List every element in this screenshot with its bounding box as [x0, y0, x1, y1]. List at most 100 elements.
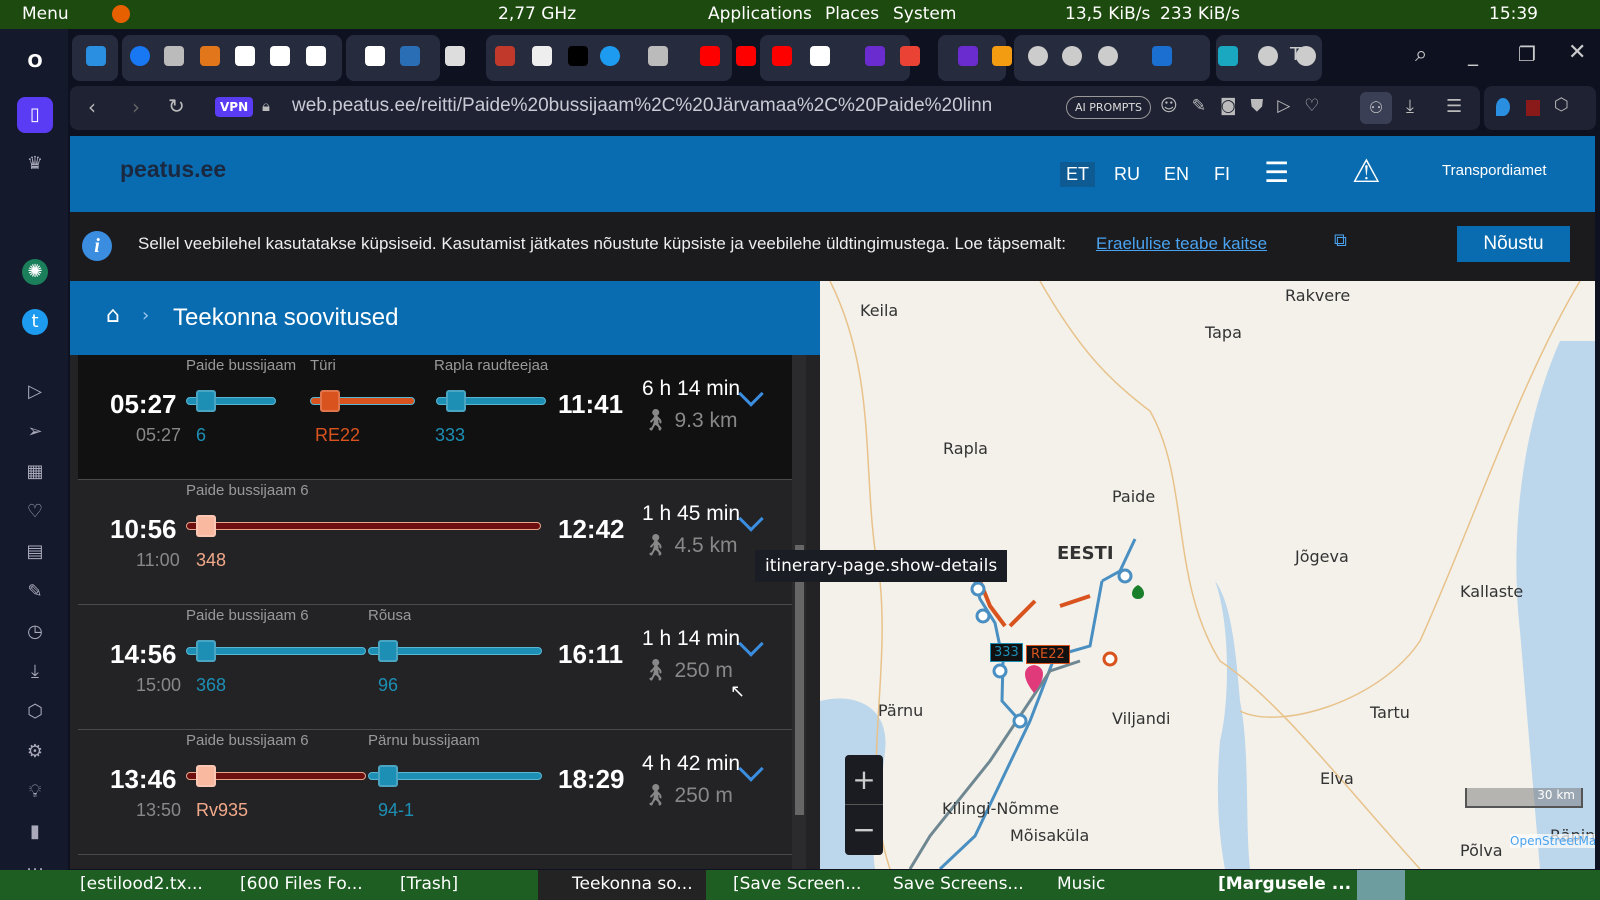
- taskbar-item[interactable]: [600 Files Fo...: [240, 874, 363, 894]
- minimize-button[interactable]: _: [1468, 42, 1478, 66]
- send-icon[interactable]: ➢: [22, 419, 48, 445]
- expand-chevron-icon[interactable]: [738, 631, 764, 657]
- apps-icon[interactable]: ▦: [22, 459, 48, 485]
- taskbar-item[interactable]: [estilood2.tx...: [80, 874, 203, 894]
- lang-en[interactable]: EN: [1158, 162, 1195, 187]
- active-opera-window[interactable]: [1357, 870, 1405, 900]
- opera-red-tab-icon[interactable]: [495, 46, 515, 66]
- taskbar-item[interactable]: Music: [1057, 874, 1105, 894]
- history-icon[interactable]: ◷: [22, 619, 48, 645]
- clock[interactable]: 15:39: [1489, 4, 1538, 24]
- google-tab-icon[interactable]: [365, 46, 385, 66]
- lang-fi[interactable]: FI: [1208, 162, 1236, 187]
- twitter-icon[interactable]: t: [22, 309, 48, 335]
- settings-icon[interactable]: ⚙: [22, 739, 48, 765]
- close-window-button[interactable]: ✕: [1568, 40, 1586, 65]
- lang-et[interactable]: ET: [1060, 162, 1096, 187]
- globe-tab-icon[interactable]: [1028, 46, 1048, 66]
- cloud-tab-icon[interactable]: [1218, 46, 1238, 66]
- vpn-pin-extension-icon[interactable]: [1496, 98, 1510, 116]
- cube-extension-icon[interactable]: ⬡: [1554, 95, 1569, 115]
- taskbar-item[interactable]: Teekonna so...: [572, 874, 693, 894]
- youtube-tab-icon[interactable]: [700, 46, 720, 66]
- twitter-tab-icon[interactable]: [600, 46, 620, 66]
- home-icon[interactable]: ⌂: [106, 303, 120, 328]
- warning-icon[interactable]: ⚠: [1352, 152, 1381, 190]
- scrollbar-thumb[interactable]: [795, 545, 804, 815]
- privacy-link[interactable]: Eraelulise teabe kaitse: [1096, 234, 1267, 254]
- bank-tab-icon[interactable]: [648, 46, 668, 66]
- youtube-tab-icon[interactable]: [772, 46, 792, 66]
- forward-button[interactable]: ›: [132, 95, 140, 119]
- site-logo[interactable]: peatus.ee: [120, 156, 226, 183]
- zoom-out-button[interactable]: −: [845, 805, 883, 855]
- opera-logo-icon[interactable]: O: [22, 49, 48, 75]
- schedule-icon[interactable]: ☰: [1264, 156, 1289, 189]
- taskbar-item[interactable]: [Save Screen...: [733, 874, 861, 894]
- attribution-link[interactable]: OpenStreetMap: [1510, 834, 1595, 848]
- chatgpt-icon[interactable]: ✺: [22, 259, 48, 285]
- lang-ru[interactable]: RU: [1108, 162, 1146, 187]
- transport-authority-link[interactable]: Transpordiamet: [1442, 162, 1547, 179]
- reload-button[interactable]: ↻: [168, 94, 185, 118]
- taskbar-item[interactable]: Save Screens...: [893, 874, 1024, 894]
- places-menu[interactable]: Places: [825, 4, 879, 24]
- back-button[interactable]: ‹: [88, 95, 96, 119]
- rt-tab-icon[interactable]: [400, 46, 420, 66]
- firefox-icon[interactable]: [112, 5, 130, 23]
- google-tab-icon[interactable]: [810, 46, 830, 66]
- restore-button[interactable]: ❐: [1518, 42, 1536, 66]
- bulb-icon[interactable]: 💡︎: [22, 779, 48, 805]
- address-bar-actions[interactable]: ☺✎◙⛊▷♡: [1160, 96, 1334, 116]
- google-tab-icon[interactable]: [306, 46, 326, 66]
- url-field[interactable]: web.peatus.ee/reitti/Paide%20bussijaam%2…: [292, 95, 1037, 117]
- applications-menu[interactable]: Applications: [708, 4, 812, 24]
- reader-icon[interactable]: ▯: [17, 97, 53, 133]
- taskbar-item[interactable]: [Margusele ...: [1218, 874, 1351, 894]
- itinerary-row[interactable]: 05:27 05:27 11:41 6 h 14 min 🚶︎ 9.3 km Paide …: [78, 355, 792, 480]
- search-tabs-icon[interactable]: ⌕: [1415, 42, 1427, 67]
- globe-tab-icon[interactable]: [1062, 46, 1082, 66]
- facebook-tab-icon[interactable]: [130, 46, 150, 66]
- mail-purple-tab-icon[interactable]: [958, 46, 978, 66]
- menu-button[interactable]: Menu: [22, 4, 69, 24]
- expand-chevron-icon[interactable]: [738, 506, 764, 532]
- itinerary-row[interactable]: 13:46 13:50 18:29 4 h 42 min 🚶︎ 250 m Paide b…: [78, 730, 792, 855]
- emi-tab-icon[interactable]: [445, 46, 465, 66]
- gmail-tab-icon[interactable]: [900, 46, 920, 66]
- google-tab-icon[interactable]: [235, 46, 255, 66]
- download-icon[interactable]: ⤓: [22, 659, 48, 685]
- wikipedia-tab-icon[interactable]: [532, 46, 552, 66]
- profile-icon[interactable]: ⚇: [1360, 92, 1392, 124]
- lock-icon[interactable]: 🔒︎: [262, 97, 270, 115]
- vpn-badge[interactable]: VPN: [215, 97, 254, 117]
- orange-app-tab-icon[interactable]: [992, 46, 1012, 66]
- scrollbar[interactable]: [792, 355, 806, 869]
- google-tab-icon[interactable]: [270, 46, 290, 66]
- player-icon[interactable]: ▷: [22, 379, 48, 405]
- taskbar-item[interactable]: [Trash]: [400, 874, 458, 894]
- expand-chevron-icon[interactable]: [738, 756, 764, 782]
- extension-badge-icon[interactable]: [1526, 100, 1540, 116]
- bank-tab-icon[interactable]: [164, 46, 184, 66]
- youtube-tab-icon[interactable]: [736, 46, 756, 66]
- medium-tab-icon[interactable]: [568, 46, 588, 66]
- mail-purple-tab-icon[interactable]: [865, 46, 885, 66]
- expand-chevron-icon[interactable]: [738, 381, 764, 407]
- heart-icon[interactable]: ♡: [22, 499, 48, 525]
- fox-tab-icon[interactable]: [200, 46, 220, 66]
- vpn-pin-tab-icon[interactable]: [86, 46, 106, 66]
- downloads-icon[interactable]: ⤓: [1406, 96, 1414, 117]
- edit-icon[interactable]: ✎: [22, 579, 48, 605]
- itinerary-row[interactable]: 14:56 15:00 16:11 1 h 14 min 🚶︎ 250 m Paide b…: [78, 605, 792, 730]
- system-menu[interactable]: System: [893, 4, 956, 24]
- globe-tab-icon[interactable]: [1098, 46, 1118, 66]
- peatus-tab-icon[interactable]: [1152, 46, 1172, 66]
- battery-icon[interactable]: ▮: [22, 819, 48, 845]
- itinerary-row[interactable]: 10:56 11:00 12:42 1 h 45 min 🚶︎ 4.5 km Paide …: [78, 480, 792, 605]
- zoom-in-button[interactable]: +: [845, 755, 883, 805]
- news-icon[interactable]: ▤: [22, 539, 48, 565]
- globe-tab-icon[interactable]: [1258, 46, 1278, 66]
- crown-icon[interactable]: ♛: [22, 151, 48, 177]
- easy-setup-icon[interactable]: ☰: [1446, 96, 1462, 117]
